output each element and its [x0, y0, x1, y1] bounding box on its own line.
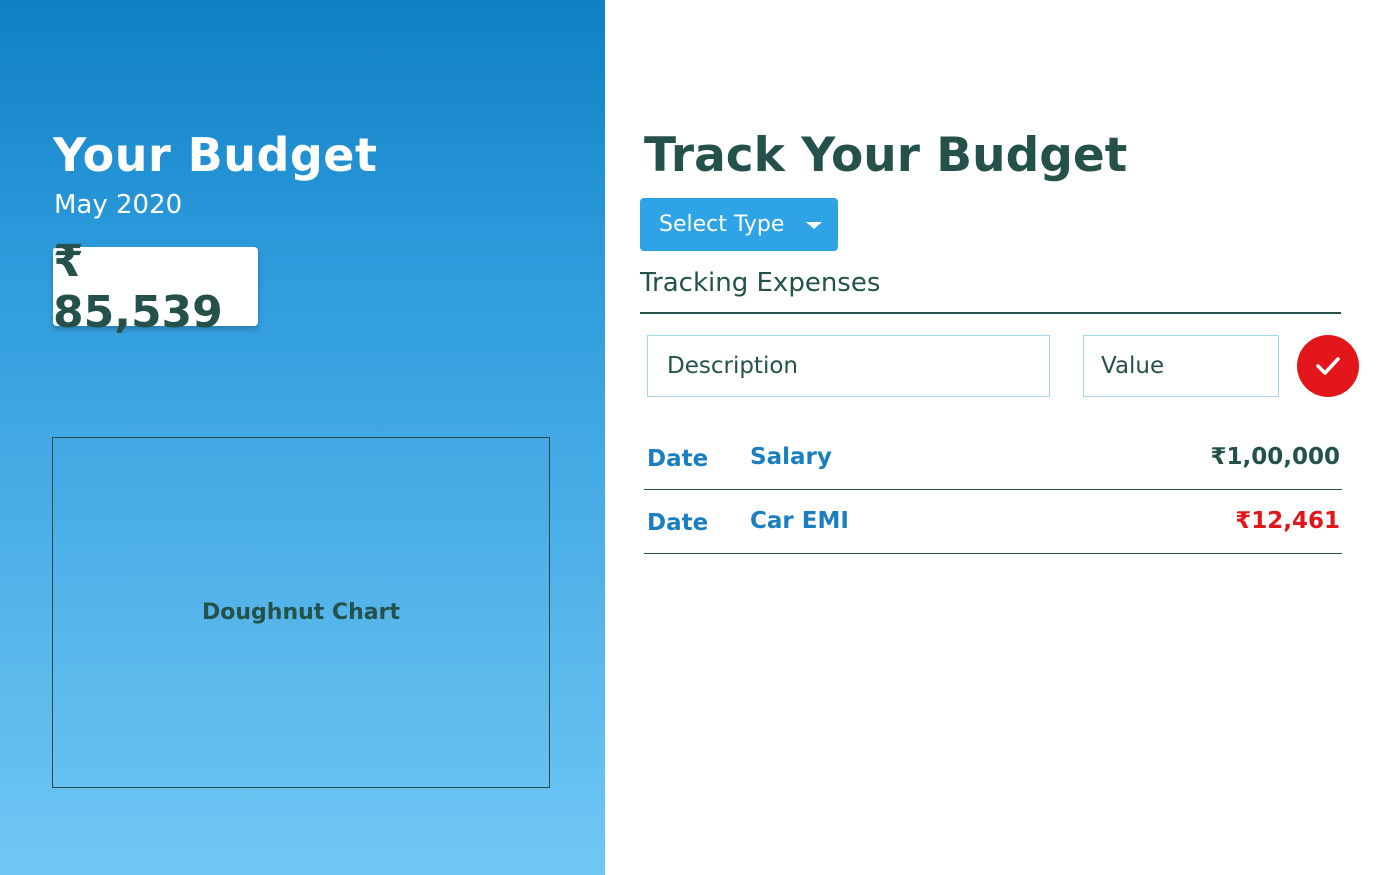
entry-description: Car EMI	[750, 508, 849, 534]
doughnut-chart-placeholder: Doughnut Chart	[52, 437, 550, 788]
entry-date: Date	[647, 510, 709, 536]
entries-list: Date Salary ₹1,00,000 Date Car EMI ₹12,4…	[644, 430, 1342, 558]
balance-amount: ₹ 85,539	[53, 235, 223, 338]
section-heading: Tracking Expenses	[640, 268, 881, 298]
budget-summary-panel: Your Budget May 2020 ₹ 85,539 Doughnut C…	[0, 0, 605, 875]
entry-amount: ₹12,461	[1235, 508, 1340, 534]
entry-row[interactable]: Date Car EMI ₹12,461	[644, 494, 1342, 554]
description-input[interactable]	[647, 335, 1050, 397]
tracker-title: Track Your Budget	[644, 128, 1128, 183]
budget-month: May 2020	[54, 190, 183, 220]
entry-description: Salary	[750, 444, 832, 470]
entry-amount: ₹1,00,000	[1210, 444, 1341, 470]
section-divider	[640, 312, 1341, 314]
chart-placeholder-label: Doughnut Chart	[202, 600, 400, 625]
entry-row[interactable]: Date Salary ₹1,00,000	[644, 430, 1342, 490]
value-input[interactable]	[1083, 335, 1279, 397]
entry-date: Date	[647, 446, 709, 472]
caret-down-icon	[806, 222, 822, 229]
select-type-label: Select Type	[659, 212, 785, 237]
select-type-dropdown[interactable]: Select Type	[640, 198, 838, 251]
budget-app: Your Budget May 2020 ₹ 85,539 Doughnut C…	[0, 0, 1400, 875]
balance-card: ₹ 85,539	[53, 236, 258, 338]
submit-entry-button[interactable]	[1297, 335, 1359, 397]
budget-title: Your Budget	[53, 128, 378, 182]
checkmark-icon	[1316, 357, 1340, 375]
